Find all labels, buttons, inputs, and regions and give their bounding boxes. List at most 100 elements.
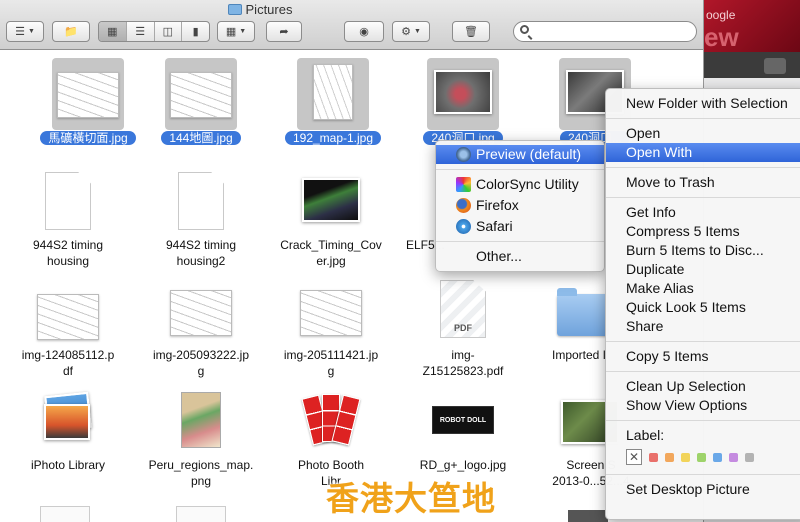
arrange-button[interactable]: ☰ ▼: [6, 21, 44, 42]
menu-item-share[interactable]: Share: [606, 317, 800, 336]
label-color-swatch[interactable]: [649, 452, 658, 462]
menu-item-open-with[interactable]: Open With: [606, 143, 800, 162]
label-color-swatch[interactable]: [697, 452, 706, 462]
file-item[interactable]: img- Z15125823.pdf: [398, 280, 528, 395]
menu-item-safari[interactable]: Safari: [436, 217, 604, 236]
image-thumbnail: [37, 294, 99, 340]
background-button[interactable]: [764, 58, 786, 74]
menu-item-set-desktop-picture[interactable]: Set Desktop Picture: [606, 480, 800, 499]
image-thumbnail: [181, 392, 221, 448]
image-thumbnail: [170, 72, 232, 118]
safari-icon: [456, 219, 471, 234]
eye-icon: ◉: [359, 26, 369, 38]
file-name: 944S2 timing housing: [32, 238, 104, 268]
file-item-partial[interactable]: [40, 506, 90, 522]
label-color-swatch[interactable]: [713, 452, 722, 462]
file-item-partial[interactable]: [176, 506, 226, 522]
column-view-icon[interactable]: ◫: [153, 22, 182, 41]
menu-item-copy[interactable]: Copy 5 Items: [606, 347, 800, 366]
menu-item-other[interactable]: Other...: [436, 247, 604, 266]
menu-item-make-alias[interactable]: Make Alias: [606, 279, 800, 298]
list-view-icon[interactable]: ☰: [125, 22, 154, 41]
file-item[interactable]: 馬礦橫切面.jpg: [23, 56, 153, 171]
file-name: iPhoto Library: [30, 458, 106, 472]
folder-icon: [557, 288, 609, 336]
file-name: img-124085112.p df: [21, 348, 115, 378]
label-color-swatch[interactable]: [665, 452, 674, 462]
menu-item-colorsync[interactable]: ColorSync Utility: [436, 175, 604, 194]
background-big-text: ew: [704, 22, 739, 52]
image-thumbnail: [57, 72, 119, 118]
label-color-swatch[interactable]: [729, 452, 738, 462]
file-item[interactable]: 944S2 timing housing2: [136, 168, 266, 283]
chevron-down-icon: ▼: [27, 28, 35, 35]
action-button[interactable]: ⚙ ▼: [392, 21, 430, 42]
icon-view-icon[interactable]: ▦: [99, 22, 126, 41]
file-item[interactable]: img-124085112.p df: [3, 280, 133, 395]
menu-item-get-info[interactable]: Get Info: [606, 203, 800, 222]
chevron-down-icon: ▼: [413, 28, 421, 35]
file-item[interactable]: 944S2 timing housing: [3, 168, 133, 283]
file-name: img- Z15125823.pdf: [422, 348, 504, 378]
menu-separator: [436, 241, 604, 242]
firefox-icon: [456, 198, 471, 213]
background-text: oogle: [706, 8, 736, 22]
file-item[interactable]: 192_map-1.jpg: [268, 56, 398, 171]
file-item[interactable]: Peru_regions_map. png: [136, 392, 266, 507]
menu-item-burn[interactable]: Burn 5 Items to Disc...: [606, 241, 800, 260]
coverflow-view-icon[interactable]: ▮: [181, 22, 209, 41]
label-none-icon[interactable]: ✕: [626, 449, 642, 465]
file-item[interactable]: img-205093222.jp g: [136, 280, 266, 395]
menu-item-preview[interactable]: Preview (default): [436, 145, 604, 164]
image-thumbnail: [313, 64, 353, 120]
menu-label-heading: Label:: [626, 427, 665, 443]
delete-button[interactable]: 🗑: [452, 21, 490, 42]
menu-separator: [606, 420, 800, 421]
titlebar: Pictures ☰ ▼ 📁 ▦ ☰ ◫ ▮ ▦ ▼ ➦ ◉ ⚙ ▼ 🗑: [0, 0, 703, 50]
new-folder-button[interactable]: 📁: [52, 21, 90, 42]
menu-separator: [606, 474, 800, 475]
trash-icon: 🗑: [464, 26, 478, 38]
label-color-swatch[interactable]: [681, 452, 690, 462]
file-name: Peru_regions_map. png: [148, 458, 254, 488]
document-icon: [45, 172, 91, 230]
menu-item-clean-up-selection[interactable]: Clean Up Selection: [606, 377, 800, 396]
file-item-partial[interactable]: [568, 510, 608, 522]
share-icon: ➦: [279, 26, 289, 38]
label-color-swatch[interactable]: [745, 452, 754, 462]
file-name: 944S2 timing housing2: [165, 238, 237, 268]
menu-item-show-view-options[interactable]: Show View Options: [606, 396, 800, 415]
quick-look-button[interactable]: ◉: [344, 21, 384, 42]
file-item[interactable]: iPhoto Library: [3, 391, 133, 507]
menu-item-move-to-trash[interactable]: Move to Trash: [606, 173, 800, 192]
grid-icon: ▦: [225, 26, 237, 38]
menu-item-duplicate[interactable]: Duplicate: [606, 260, 800, 279]
menu-item-compress[interactable]: Compress 5 Items: [606, 222, 800, 241]
document-icon: [178, 172, 224, 230]
menu-item-new-folder-with-selection[interactable]: New Folder with Selection: [606, 94, 800, 113]
menu-item-firefox[interactable]: Firefox: [436, 196, 604, 215]
chevron-down-icon: ▼: [239, 28, 247, 35]
pdf-icon: [440, 280, 486, 338]
action-arrange-button[interactable]: ▦ ▼: [217, 21, 255, 42]
image-thumbnail: [300, 290, 362, 336]
menu-item-quick-look[interactable]: Quick Look 5 Items: [606, 298, 800, 317]
image-thumbnail: [170, 290, 232, 336]
menu-separator: [606, 118, 800, 119]
menu-item-open[interactable]: Open: [606, 124, 800, 143]
file-name: 144地圖.jpg: [161, 131, 241, 145]
file-name: img-205093222.jp g: [152, 348, 250, 378]
label-color-picker: ✕: [606, 445, 800, 469]
image-thumbnail: [302, 178, 360, 222]
window-title-label: Pictures: [245, 2, 293, 17]
file-item[interactable]: img-205111421.jp g: [266, 280, 396, 395]
file-item[interactable]: 144地圖.jpg: [136, 56, 266, 171]
window-title: Pictures: [0, 2, 520, 17]
search-input[interactable]: [534, 24, 689, 39]
file-name: 馬礦橫切面.jpg: [40, 131, 136, 145]
view-mode-segmented[interactable]: ▦ ☰ ◫ ▮: [98, 21, 210, 42]
share-button[interactable]: ➦: [266, 21, 302, 42]
menu-separator: [606, 341, 800, 342]
menu-separator: [606, 167, 800, 168]
search-field[interactable]: [513, 21, 697, 42]
